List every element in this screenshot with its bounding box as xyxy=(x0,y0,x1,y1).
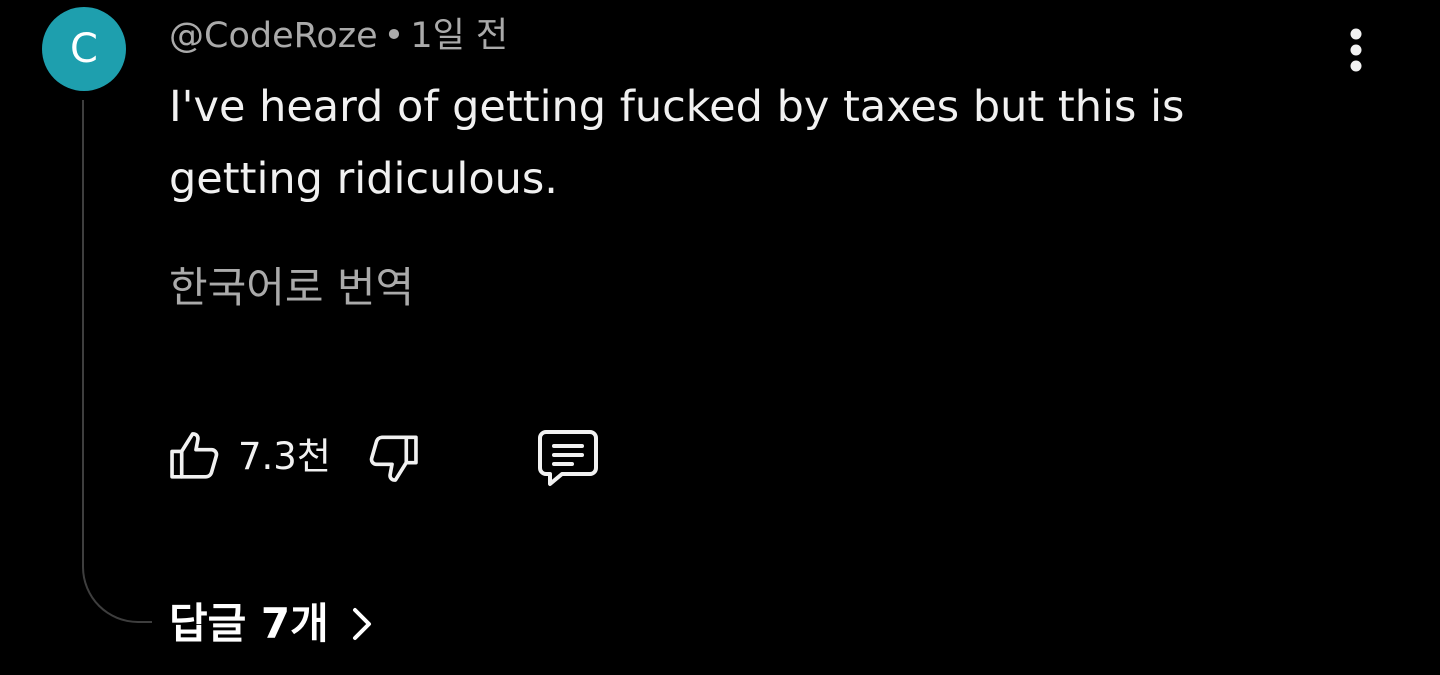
more-vertical-icon xyxy=(1350,28,1362,72)
comment-time: 1일 전 xyxy=(410,16,509,56)
thumbs-down-icon xyxy=(369,435,418,482)
chevron-right-icon xyxy=(351,606,373,642)
avatar-initial: C xyxy=(70,26,98,72)
avatar[interactable]: C xyxy=(42,7,126,91)
more-options-button[interactable] xyxy=(1338,22,1374,78)
comment-text: I've heard of getting fucked by taxes bu… xyxy=(169,82,1185,204)
thread-line xyxy=(82,100,152,623)
author-name[interactable]: @CodeRoze xyxy=(169,16,378,56)
thumbs-up-icon xyxy=(170,432,219,479)
comment-icon xyxy=(538,430,598,486)
like-count: 7.3천 xyxy=(238,435,331,478)
comment-meta: @CodeRoze • 1일 전 xyxy=(169,14,508,58)
reply-button[interactable] xyxy=(534,426,602,490)
dislike-button[interactable] xyxy=(362,428,424,490)
view-replies-button[interactable]: 답글 7개 xyxy=(169,596,373,652)
like-button[interactable] xyxy=(164,424,226,486)
meta-separator: • xyxy=(383,16,405,56)
replies-label: 답글 7개 xyxy=(169,599,329,648)
translate-link[interactable]: 한국어로 번역 xyxy=(169,260,414,316)
